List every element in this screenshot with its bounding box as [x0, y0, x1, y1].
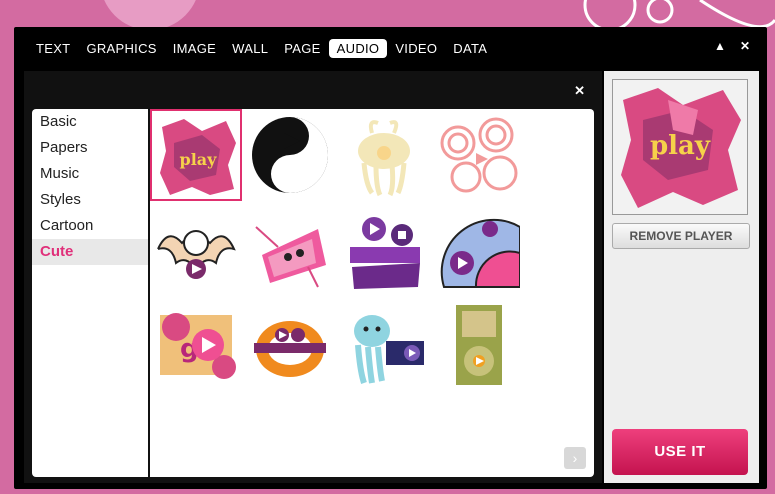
- audio-panel: ✕ Basic Papers Music Styles Cartoon Cute play…: [24, 71, 602, 483]
- use-it-button[interactable]: USE IT: [612, 429, 748, 475]
- next-page-button[interactable]: ›: [564, 447, 586, 469]
- player-thumb-image: [456, 305, 502, 385]
- player-thumb-image: [157, 230, 236, 279]
- window-close-icon[interactable]: ✕: [740, 39, 750, 53]
- category-cartoon[interactable]: Cartoon: [32, 213, 148, 239]
- player-thumb-pink-creature[interactable]: [244, 203, 336, 295]
- tab-text[interactable]: TEXT: [28, 39, 78, 58]
- preview-text: play: [650, 131, 711, 161]
- player-thumb-play-splash[interactable]: play: [150, 109, 242, 201]
- player-thumb-half-fan[interactable]: [432, 203, 524, 295]
- category-papers[interactable]: Papers: [32, 135, 148, 161]
- player-grid-area: play g ›: [150, 109, 594, 477]
- player-thumb-image: [358, 120, 410, 197]
- tab-data[interactable]: DATA: [445, 39, 495, 58]
- player-thumb-image: [350, 217, 420, 289]
- tab-image[interactable]: IMAGE: [165, 39, 224, 58]
- tab-wall[interactable]: WALL: [224, 39, 276, 58]
- player-thumb-yin-yang[interactable]: [244, 109, 336, 201]
- tab-video[interactable]: VIDEO: [387, 39, 445, 58]
- player-thumb-purple-blocks[interactable]: [338, 203, 430, 295]
- category-sidebar: Basic Papers Music Styles Cartoon Cute: [32, 109, 148, 477]
- preview-sidebar: play REMOVE PLAYER USE IT: [604, 71, 759, 483]
- player-thumb-bat[interactable]: [150, 203, 242, 295]
- player-thumb-image: [252, 117, 328, 193]
- player-thumb-image: [440, 218, 520, 288]
- player-thumb-image: [255, 226, 326, 288]
- preview-play-graphic: play: [621, 88, 741, 208]
- player-thumb-image: [354, 315, 424, 384]
- tab-page[interactable]: PAGE: [276, 39, 328, 58]
- panel-close-icon[interactable]: ✕: [574, 83, 585, 99]
- svg-text:play: play: [180, 150, 218, 169]
- editor-window: TEXT GRAPHICS IMAGE WALL PAGE AUDIO VIDEO DATA …: [14, 27, 767, 489]
- category-cute[interactable]: Cute: [32, 239, 148, 265]
- tab-bar: TEXT GRAPHICS IMAGE WALL PAGE AUDIO VIDEO DATA: [28, 37, 495, 59]
- player-thumb-swirl-clouds[interactable]: [432, 109, 524, 201]
- tab-graphics[interactable]: GRAPHICS: [78, 39, 164, 58]
- player-thumb-image: [440, 117, 518, 193]
- player-preview: play: [612, 79, 748, 215]
- remove-player-button[interactable]: REMOVE PLAYER: [612, 223, 750, 249]
- tab-audio[interactable]: AUDIO: [328, 38, 388, 58]
- player-thumb-orange-ring[interactable]: [244, 297, 336, 389]
- player-thumb-octopus[interactable]: [338, 297, 430, 389]
- player-thumb-image: play: [160, 119, 236, 195]
- player-grid: play g: [150, 109, 524, 389]
- collapse-icon[interactable]: ▲: [714, 39, 726, 53]
- player-thumb-jellyfish-faded[interactable]: [338, 109, 430, 201]
- category-basic[interactable]: Basic: [32, 109, 148, 135]
- player-thumb-image: g: [160, 313, 236, 379]
- category-styles[interactable]: Styles: [32, 187, 148, 213]
- category-music[interactable]: Music: [32, 161, 148, 187]
- player-thumb-ipod-green[interactable]: [432, 297, 524, 389]
- player-thumb-image: [254, 321, 326, 377]
- player-thumb-go-sticker[interactable]: g: [150, 297, 242, 389]
